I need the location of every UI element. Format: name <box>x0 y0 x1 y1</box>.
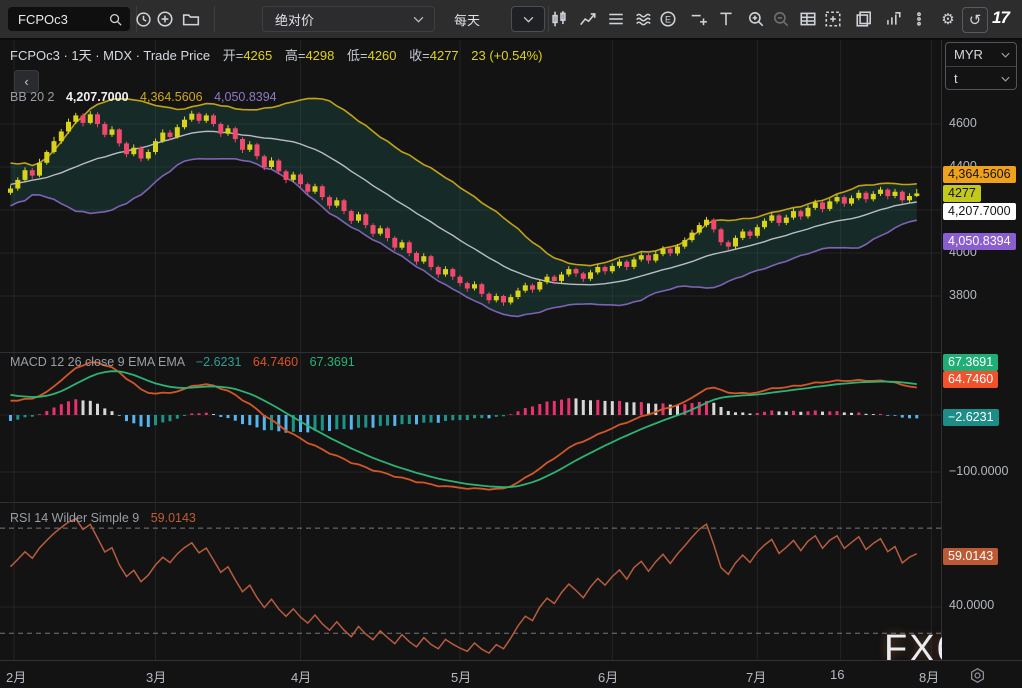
layers-icon[interactable] <box>604 7 628 31</box>
rsi-title: RSI 14 Wilder Simple 9 <box>10 511 139 525</box>
price-tick: 3800 <box>949 288 977 302</box>
folder-icon[interactable] <box>179 7 203 31</box>
macd-line-badge: 64.7460 <box>943 371 998 388</box>
interval-expand-button[interactable] <box>511 6 545 32</box>
pane-separator[interactable] <box>0 502 1022 503</box>
chart-title: FCPOc3 · 1天 · MDX · Trade Price <box>10 48 210 63</box>
close-value: 4277 <box>430 48 459 63</box>
chart-header: FCPOc3 · 1天 · MDX · Trade Price 开=4265 高… <box>10 45 542 64</box>
bb-upper-badge: 4,364.5606 <box>943 166 1016 183</box>
low-value: 4260 <box>368 48 397 63</box>
macd-line-value: 64.7460 <box>253 355 298 369</box>
toolbar-separator <box>214 6 215 32</box>
high-value: 4298 <box>305 48 334 63</box>
add-circle-icon[interactable] <box>153 7 177 31</box>
screenshot-icon[interactable] <box>821 7 845 31</box>
search-icon <box>108 12 123 27</box>
macd-signal-value: 67.3691 <box>310 355 355 369</box>
text-tool-icon[interactable] <box>714 7 738 31</box>
interval-label: 每天 <box>454 10 508 29</box>
line-chart-icon[interactable] <box>576 7 600 31</box>
unit-label: t <box>954 71 1001 86</box>
currency-label: MYR <box>954 47 1001 62</box>
top-toolbar: FCPOc3 绝对价 每天 <box>0 0 1022 40</box>
bb-basis-value: 4,207.7000 <box>66 90 129 104</box>
open-label: 开= <box>223 48 244 63</box>
zoom-in-icon[interactable] <box>744 7 768 31</box>
axis-settings-icon[interactable] <box>967 665 987 685</box>
bb-indicator-legend[interactable]: BB 20 2 4,207.7000 4,364.5606 4,050.8394 <box>10 90 277 104</box>
zoom-out-icon[interactable] <box>769 7 793 31</box>
close-label: 收= <box>409 48 430 63</box>
bb-upper-value: 4,364.5606 <box>140 90 203 104</box>
bb-lower-badge: 4,050.8394 <box>943 233 1016 250</box>
chevron-down-icon <box>1001 76 1010 82</box>
alert-plus-icon[interactable] <box>687 7 711 31</box>
stats-icon[interactable] <box>881 7 905 31</box>
change-value: 23 (+0.54%) <box>471 48 542 63</box>
more-icon[interactable] <box>907 7 931 31</box>
settings-gear-icon[interactable]: ⚙ <box>936 7 960 31</box>
currency-dropdown[interactable]: MYR <box>946 43 1016 66</box>
price-tick: 4600 <box>949 116 977 130</box>
candlestick-style-icon[interactable] <box>547 7 571 31</box>
rsi-indicator-legend[interactable]: RSI 14 Wilder Simple 9 59.0143 <box>10 511 196 525</box>
open-value: 4265 <box>243 48 272 63</box>
bb-title: BB 20 2 <box>10 90 54 104</box>
svg-text:E: E <box>665 14 671 24</box>
chevron-down-icon <box>523 16 534 23</box>
bb-lower-value: 4,050.8394 <box>214 90 277 104</box>
unit-dropdown[interactable]: t <box>946 67 1016 90</box>
trading-chart-app: FCPOc3 绝对价 每天 <box>0 0 1022 688</box>
time-label: 2月 <box>6 667 26 686</box>
time-label: 5月 <box>451 667 471 686</box>
symbol-search[interactable]: FCPOc3 <box>8 7 130 31</box>
time-label: 3月 <box>146 667 166 686</box>
unit-selector-box: MYR t <box>945 42 1017 90</box>
chevron-down-icon <box>413 16 424 23</box>
clock-icon[interactable] <box>131 7 155 31</box>
symbol-search-value: FCPOc3 <box>18 12 108 27</box>
chevron-down-icon <box>1001 52 1010 58</box>
undo-icon[interactable]: ↺ <box>962 7 988 33</box>
high-label: 高= <box>285 48 306 63</box>
time-label: 8月 <box>919 667 939 686</box>
macd-signal-badge: 67.3691 <box>943 354 998 371</box>
price-axis[interactable]: MYR t 4600 4400 4000 3800 4,364.5606 427… <box>942 38 1022 660</box>
pane-separator[interactable] <box>0 352 1022 353</box>
time-label: 6月 <box>598 667 618 686</box>
macd-title: MACD 12 26 close 9 EMA EMA <box>10 355 184 369</box>
low-label: 低= <box>347 48 368 63</box>
rsi-badge: 59.0143 <box>943 548 998 565</box>
macd-tick: −100.0000 <box>949 464 1008 478</box>
macd-hist-badge: −2.6231 <box>943 409 999 426</box>
price-mode-label: 绝对价 <box>275 10 413 29</box>
macd-indicator-legend[interactable]: MACD 12 26 close 9 EMA EMA −2.6231 64.74… <box>10 355 355 369</box>
rsi-value: 59.0143 <box>151 511 196 525</box>
time-label: 16 <box>830 667 844 682</box>
macd-hist-value: −2.6231 <box>196 355 242 369</box>
waves-icon[interactable] <box>632 7 656 31</box>
report-icon[interactable] <box>852 7 876 31</box>
price-mode-dropdown[interactable]: 绝对价 <box>262 6 435 32</box>
time-axis[interactable]: 2月 3月 4月 5月 6月 7月 16 8月 <box>0 660 1022 688</box>
tradingview-logo[interactable]: 17 <box>992 8 1009 28</box>
circle-e-icon[interactable]: E <box>656 7 680 31</box>
interval-dropdown[interactable]: 每天 <box>437 6 509 32</box>
chart-canvas[interactable] <box>0 38 941 660</box>
table-icon[interactable] <box>796 7 820 31</box>
rsi-tick: 40.0000 <box>949 598 994 612</box>
bb-basis-badge: 4,207.7000 <box>943 203 1016 220</box>
time-label: 4月 <box>291 667 311 686</box>
time-label: 7月 <box>746 667 766 686</box>
last-price-badge: 4277 <box>943 185 981 202</box>
